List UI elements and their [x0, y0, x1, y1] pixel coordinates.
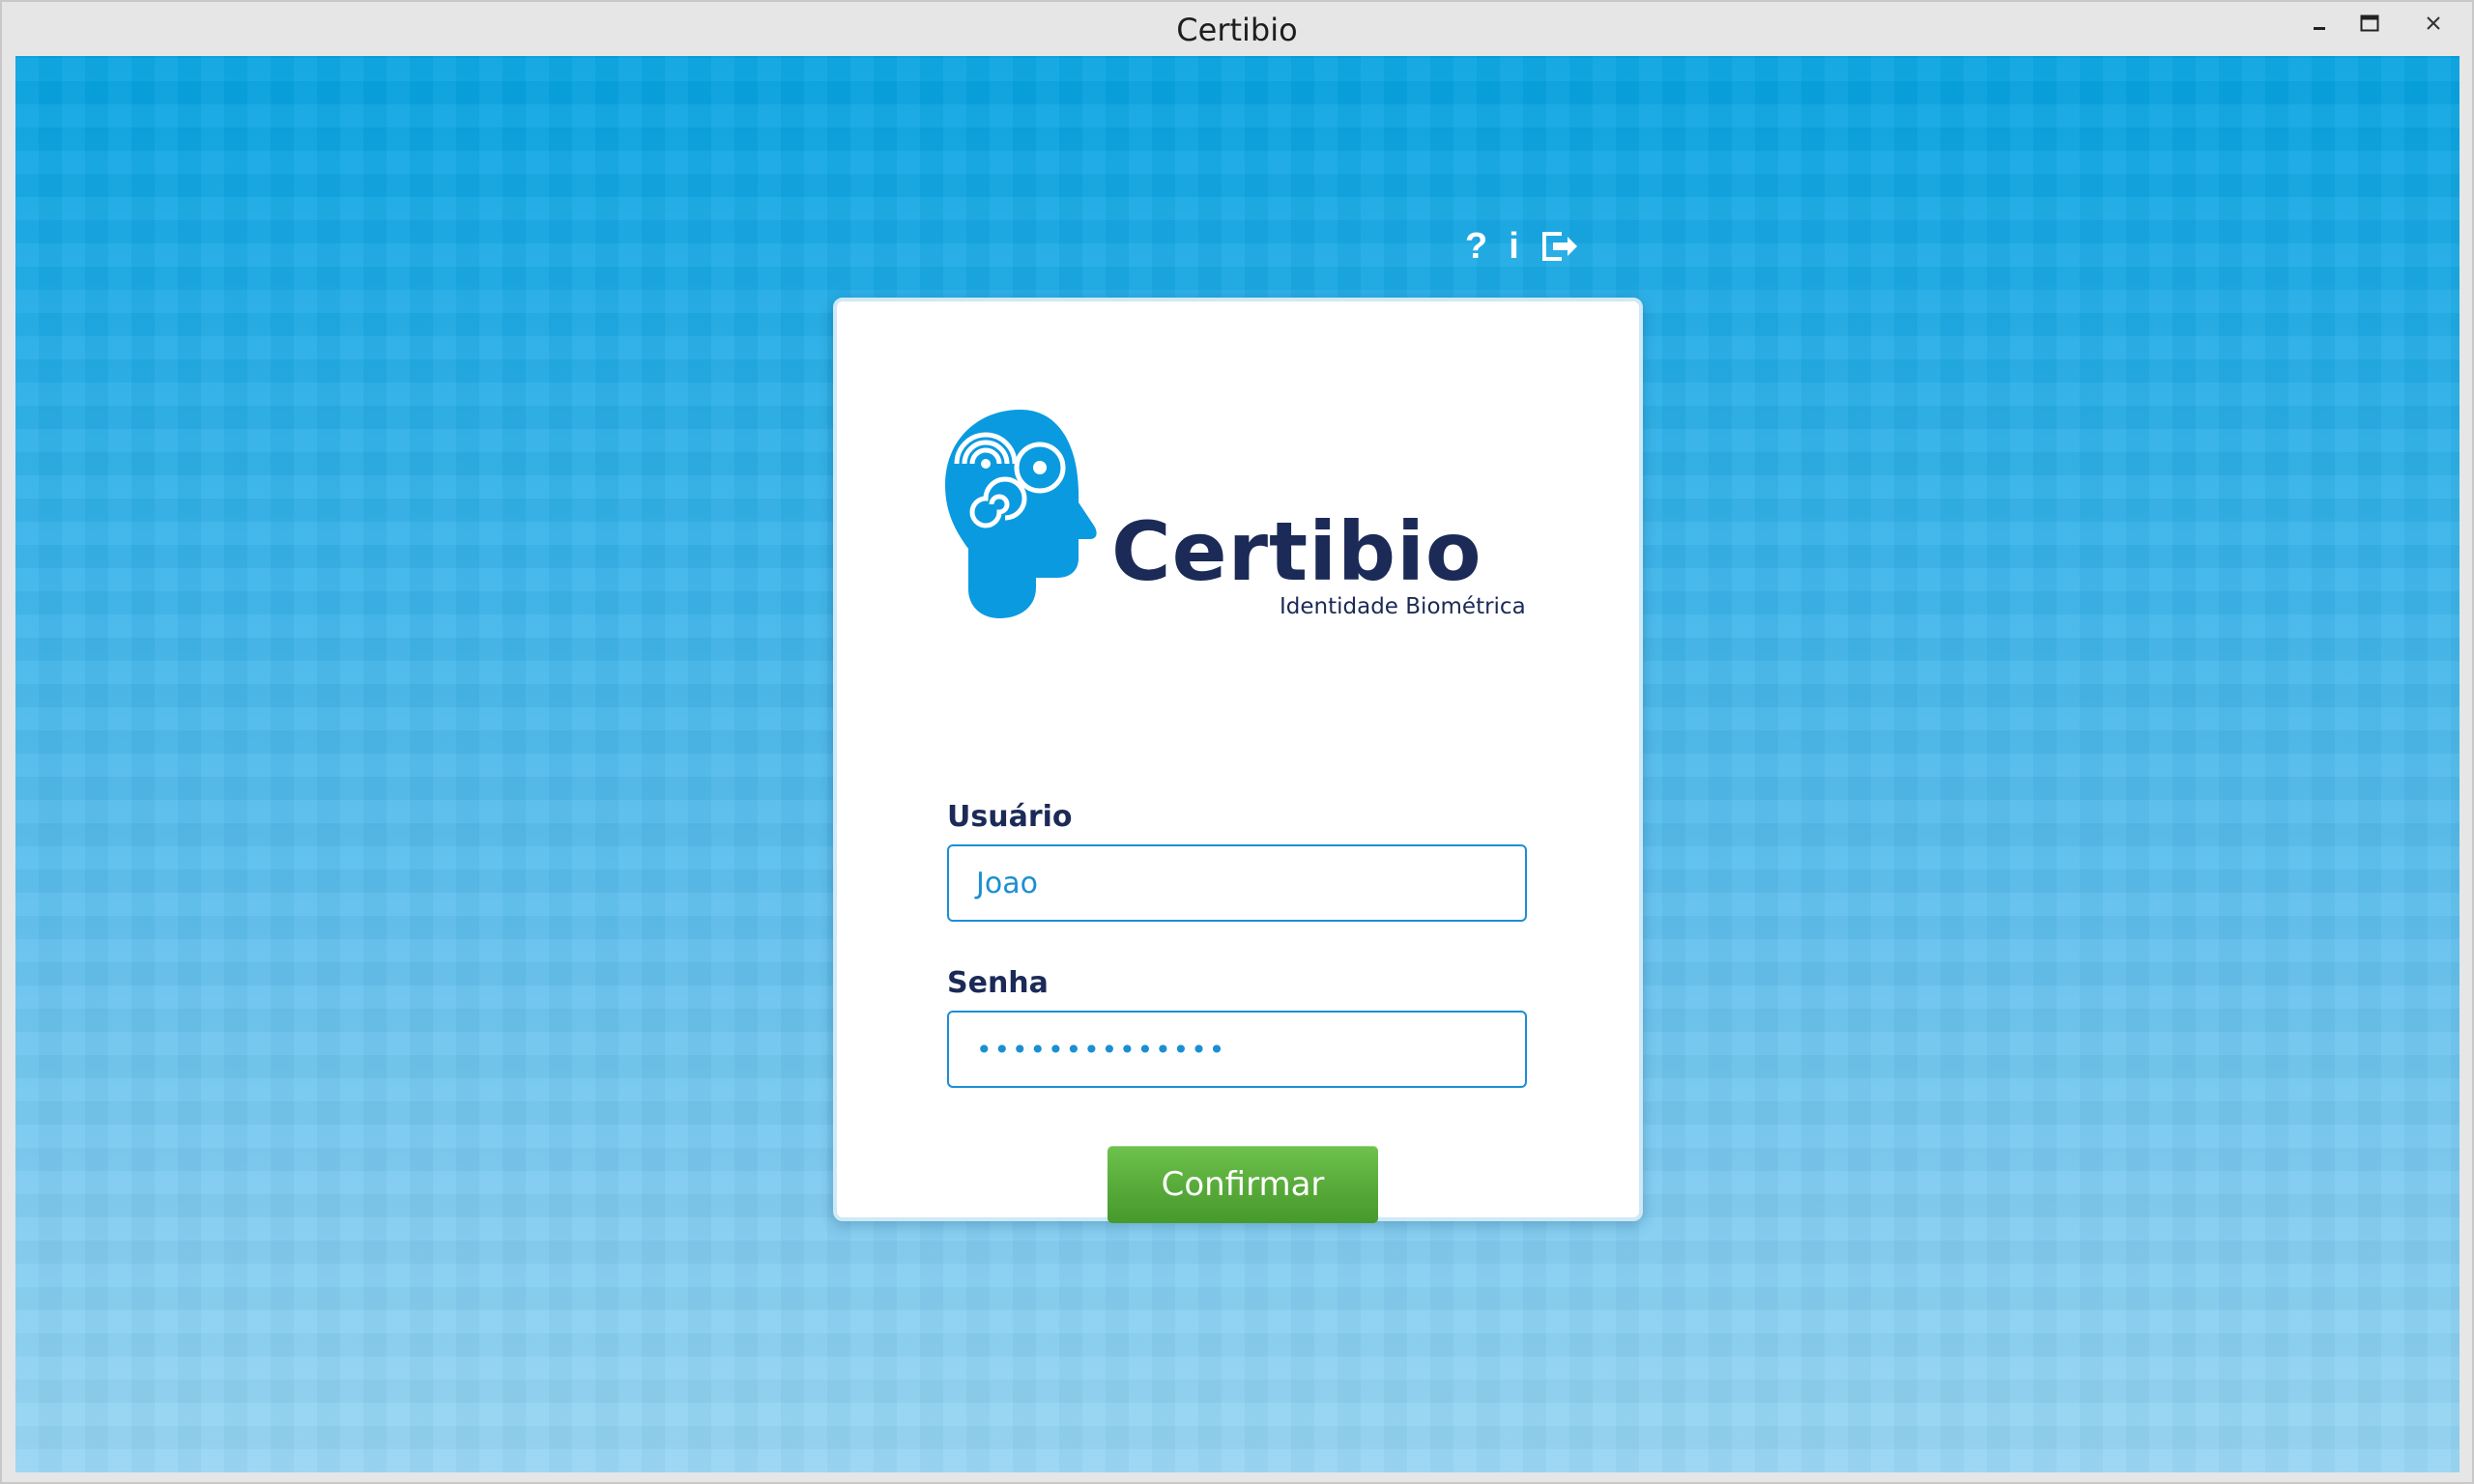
brand-logo: Certibio Identidade Biométrica	[943, 408, 1542, 620]
window-title: Certibio	[1176, 12, 1298, 48]
head-biometric-icon	[945, 410, 1097, 618]
maximize-icon[interactable]	[2345, 2, 2395, 44]
help-icon[interactable]: ?	[1465, 228, 1487, 265]
brand-name: Certibio	[1111, 504, 1482, 599]
login-card: Certibio Identidade Biométrica Usuário J…	[833, 298, 1643, 1223]
title-bar[interactable]: Certibio	[2, 2, 2472, 54]
username-input[interactable]: Joao	[947, 844, 1527, 922]
brand-tagline: Identidade Biométrica	[1280, 594, 1526, 619]
window-controls	[2294, 2, 2472, 48]
close-icon[interactable]	[2395, 2, 2472, 44]
confirm-button[interactable]: Confirmar	[1108, 1146, 1378, 1223]
username-label: Usuário	[947, 800, 1073, 834]
app-window: Certibio ? i Certibio Identidade Biométr…	[0, 0, 2474, 1484]
password-label: Senha	[947, 966, 1049, 1000]
password-input[interactable]: ••••••••••••••	[947, 1011, 1527, 1088]
exit-icon[interactable]	[1540, 230, 1579, 263]
minimize-icon[interactable]	[2294, 2, 2345, 44]
app-content: ? i Certibio Identidade Biométrica Usuár…	[15, 56, 2460, 1472]
top-toolbar: ? i	[1465, 228, 1579, 265]
info-icon[interactable]: i	[1509, 228, 1519, 265]
